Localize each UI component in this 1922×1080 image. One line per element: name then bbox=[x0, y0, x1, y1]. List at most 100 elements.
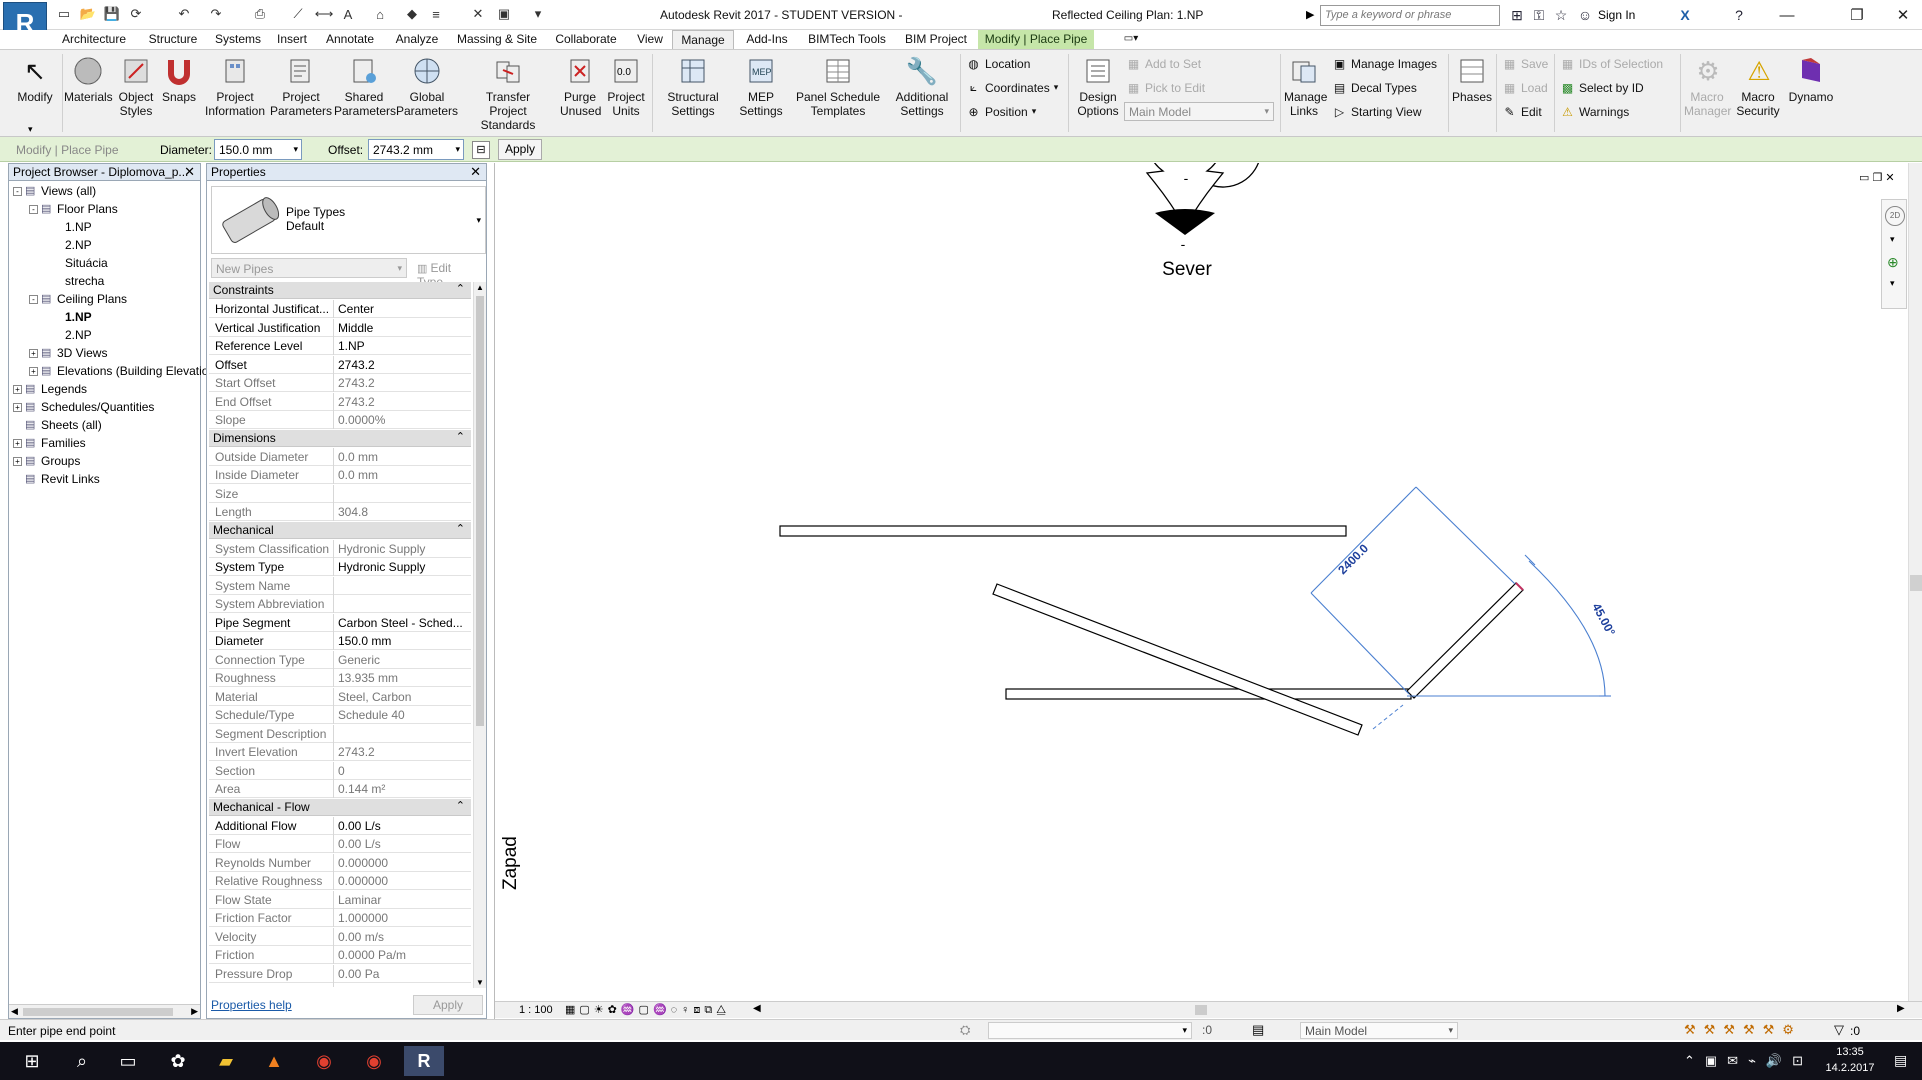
filter-icon[interactable]: ▽ bbox=[1834, 1022, 1844, 1038]
materials-button[interactable]: Materials bbox=[64, 54, 113, 104]
expand-toggle-icon[interactable]: + bbox=[29, 367, 38, 376]
main-model-select[interactable]: Main Model ▾ bbox=[1124, 102, 1274, 121]
pipe-lower[interactable] bbox=[1005, 688, 1412, 700]
chrome-icon[interactable]: ◉ bbox=[304, 1046, 344, 1076]
close-hidden-icon[interactable]: ✕ bbox=[470, 6, 486, 22]
properties-apply-button[interactable]: Apply bbox=[413, 995, 483, 1015]
binoculars-icon[interactable]: ⊞ bbox=[1508, 6, 1526, 24]
task-view-icon[interactable]: ▭ bbox=[108, 1046, 148, 1076]
workset-icon[interactable]: ⛭ bbox=[960, 1022, 970, 1038]
tab-insert[interactable]: Insert bbox=[272, 30, 312, 49]
search-icon[interactable]: ⌕ bbox=[62, 1046, 102, 1076]
macro-manager-button[interactable]: ⚙ Macro Manager bbox=[1684, 54, 1732, 118]
open-icon[interactable]: 📂 bbox=[80, 6, 96, 22]
macro-security-button[interactable]: ⚠ Macro Security bbox=[1734, 54, 1784, 118]
diameter-select[interactable]: 150.0 mm ▾ bbox=[214, 139, 302, 160]
zoom-icon[interactable]: ⊕ bbox=[1887, 254, 1899, 271]
property-value[interactable]: 1.NP bbox=[333, 337, 471, 355]
design-options-button[interactable]: Design Options bbox=[1074, 54, 1122, 118]
pick-to-edit-button[interactable]: ▦ Pick to Edit bbox=[1126, 80, 1205, 95]
select-by-id-button[interactable]: ▩ Select by ID bbox=[1560, 80, 1644, 95]
sign-in-link[interactable]: Sign In bbox=[1598, 8, 1635, 22]
horizontal-scrollbar[interactable]: ◀ ▶ bbox=[9, 1004, 200, 1018]
property-value[interactable]: Carbon Steel - Sched... bbox=[333, 613, 471, 632]
purge-unused-button[interactable]: Purge Unused bbox=[558, 54, 602, 118]
modify-button[interactable]: ↖ Modify bbox=[10, 54, 60, 104]
tree-item[interactable]: 2.NP bbox=[65, 328, 92, 342]
lock-offset-icon[interactable]: ⊟ bbox=[472, 141, 490, 159]
project-information-button[interactable]: Project Information bbox=[202, 54, 268, 118]
tab-systems[interactable]: Systems bbox=[210, 30, 266, 49]
app-icon[interactable]: ✿ bbox=[158, 1046, 198, 1076]
save-icon[interactable]: 💾 bbox=[104, 6, 120, 22]
switch-windows-icon[interactable]: ▣ bbox=[496, 6, 512, 22]
text-icon[interactable]: A bbox=[340, 6, 356, 22]
coordinates-button[interactable]: ⟀ Coordinates ▾ bbox=[966, 80, 1058, 95]
tree-item[interactable]: 3D Views bbox=[57, 346, 107, 360]
structural-settings-button[interactable]: Structural Settings bbox=[656, 54, 730, 118]
help-search-input[interactable]: Type a keyword or phrase bbox=[1320, 5, 1500, 26]
design-options-icon[interactable]: ▤ bbox=[1252, 1022, 1264, 1038]
property-value[interactable]: Center bbox=[333, 300, 471, 318]
expand-toggle-icon[interactable]: + bbox=[13, 385, 22, 394]
edit-selection-button[interactable]: ✎ Edit bbox=[1502, 104, 1541, 119]
scroll-down-icon[interactable]: ▼ bbox=[476, 978, 484, 987]
property-value[interactable]: Middle bbox=[333, 318, 471, 337]
type-selector[interactable]: Pipe Types Default ▾ bbox=[211, 186, 486, 254]
properties-scrollbar[interactable]: ▲ ▼ bbox=[473, 282, 486, 988]
tab-annotate[interactable]: Annotate bbox=[318, 30, 382, 49]
add-to-set-button[interactable]: ▦ Add to Set bbox=[1126, 56, 1201, 71]
chevron-down-icon[interactable]: ▾ bbox=[1890, 234, 1895, 245]
tree-item[interactable]: Views (all) bbox=[41, 184, 96, 198]
shared-parameters-button[interactable]: Shared Parameters bbox=[334, 54, 396, 118]
scroll-left-icon[interactable]: ◀ bbox=[753, 1003, 761, 1014]
property-row[interactable]: Reference Level 1.NP bbox=[209, 337, 471, 355]
view-control-icons[interactable]: ▦▢☀✿♒▢♒◌♀⧈⧉⧋ bbox=[565, 1003, 730, 1017]
thin-lines-icon[interactable]: ≡ bbox=[428, 6, 444, 22]
expand-toggle-icon[interactable]: + bbox=[13, 439, 22, 448]
tree-item[interactable]: Legends bbox=[41, 382, 87, 396]
instance-filter-select[interactable]: New Pipes ▾ bbox=[211, 258, 407, 278]
tab-analyze[interactable]: Analyze bbox=[388, 30, 446, 49]
close-icon[interactable]: ✕ bbox=[470, 164, 481, 180]
tree-item[interactable]: Groups bbox=[41, 454, 80, 468]
pipe-diagonal[interactable] bbox=[992, 583, 1363, 736]
view-scale[interactable]: 1 : 100 bbox=[519, 1004, 553, 1016]
offset-select[interactable]: 2743.2 mm ▾ bbox=[368, 139, 464, 160]
select-dropdown-icon[interactable]: ▾ bbox=[28, 124, 33, 135]
panel-schedule-templates-button[interactable]: Panel Schedule Templates bbox=[792, 54, 884, 118]
scroll-right-icon[interactable]: ▶ bbox=[191, 1006, 198, 1017]
scroll-thumb[interactable] bbox=[1195, 1005, 1207, 1015]
collapse-group-icon[interactable]: ⌃ bbox=[456, 282, 465, 295]
starting-view-button[interactable]: ▷ Starting View bbox=[1332, 104, 1422, 119]
tab-modify-place-pipe[interactable]: Modify | Place Pipe bbox=[978, 30, 1094, 49]
close-icon[interactable]: ✕ bbox=[1886, 4, 1920, 26]
exchange-apps-icon[interactable]: X bbox=[1676, 6, 1694, 24]
selection-filter-icons[interactable]: ⚒⚒⚒⚒⚒⚙ bbox=[1684, 1022, 1802, 1038]
drawing-canvas[interactable]: ▭ ❐ ✕ 2D ▾ ⊕ ▾ - - Sever Zapad 2400.0 45… bbox=[494, 163, 1922, 1019]
tree-item[interactable]: Ceiling Plans bbox=[57, 292, 127, 306]
expand-search-icon[interactable]: ▶ bbox=[1306, 8, 1314, 21]
tree-item[interactable]: 1.NP bbox=[65, 220, 92, 234]
restore-icon[interactable]: ❐ bbox=[1840, 4, 1874, 26]
manage-images-button[interactable]: ▣ Manage Images bbox=[1332, 56, 1437, 71]
tab-manage[interactable]: Manage bbox=[672, 30, 734, 49]
help-icon[interactable]: ? bbox=[1730, 6, 1748, 24]
chrome-icon[interactable]: ◉ bbox=[354, 1046, 394, 1076]
edit-type-button[interactable]: ▥ Edit Type bbox=[413, 258, 483, 289]
vlc-icon[interactable]: ▲ bbox=[254, 1046, 294, 1076]
property-value[interactable]: Hydronic Supply bbox=[333, 558, 471, 576]
tree-item[interactable]: Floor Plans bbox=[57, 202, 118, 216]
project-units-button[interactable]: 0.0 Project Units bbox=[604, 54, 648, 118]
decal-types-button[interactable]: ▤ Decal Types bbox=[1332, 80, 1417, 95]
measure-icon[interactable]: ⟋ bbox=[290, 6, 306, 22]
properties-help-link[interactable]: Properties help bbox=[211, 998, 292, 1012]
dimension-length-label[interactable]: 2400.0 bbox=[1335, 541, 1371, 577]
expand-toggle-icon[interactable]: + bbox=[13, 403, 22, 412]
property-row[interactable]: Horizontal Justificat... Center bbox=[209, 300, 471, 318]
position-button[interactable]: ⊕ Position ▾ bbox=[966, 104, 1036, 119]
3d-view-icon[interactable]: ⌂ bbox=[372, 6, 388, 22]
tree-item[interactable]: strecha bbox=[65, 274, 104, 288]
revit-taskbar-icon[interactable]: R bbox=[404, 1046, 444, 1076]
clock-time[interactable]: 13:35 bbox=[1820, 1046, 1880, 1058]
